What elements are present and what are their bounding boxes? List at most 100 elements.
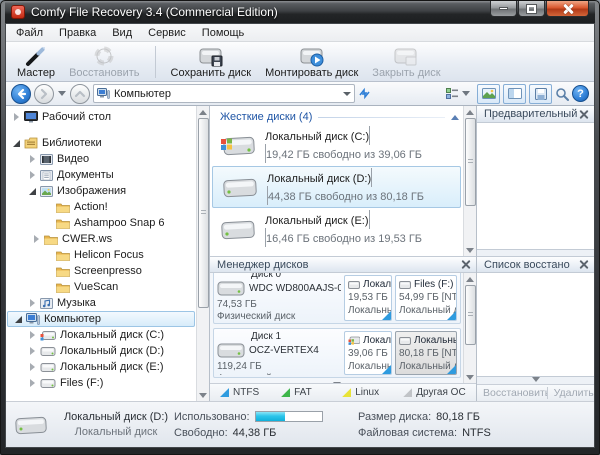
magic-wand-icon: [25, 45, 47, 67]
tree-item-pictures[interactable]: Изображения: [6, 183, 196, 199]
scroll-down-icon[interactable]: [465, 244, 476, 256]
partition-card[interactable]: Files (F:) 54,99 ГБ [NTFS] Локальный дис…: [395, 275, 458, 321]
preview-pane-toggle[interactable]: [477, 83, 500, 104]
recover-selected-button[interactable]: Восстановить: [477, 387, 547, 399]
expander-icon[interactable]: [12, 140, 20, 147]
computer-icon: [97, 88, 110, 99]
disk-list-scrollbar[interactable]: [463, 106, 477, 256]
expander-icon[interactable]: [28, 379, 36, 387]
help-icon[interactable]: ?: [572, 85, 589, 102]
scroll-up-icon[interactable]: [465, 106, 476, 118]
physical-disk-row[interactable]: Диск 0 WDC WD800AAJS-00' 74,53 ГБ Физиче…: [213, 273, 462, 324]
tree-item-drive-d[interactable]: Локальный диск (D:): [6, 343, 196, 359]
address-dropdown-icon[interactable]: [343, 91, 351, 96]
close-disk-button[interactable]: Закрыть диск: [365, 43, 447, 81]
save-disk-icon: [198, 45, 224, 67]
preview-panel-body: [477, 123, 594, 250]
collapse-group-icon[interactable]: [451, 115, 460, 120]
tree-item-documents[interactable]: Документы: [6, 167, 196, 183]
menu-view[interactable]: Вид: [104, 26, 140, 40]
close-panel-icon[interactable]: [578, 109, 589, 120]
wizard-button[interactable]: Мастер: [10, 43, 62, 81]
title-bar[interactable]: Comfy File Recovery 3.4 (Commercial Edit…: [5, 1, 595, 23]
folder-icon: [56, 218, 70, 229]
minimize-button[interactable]: [490, 1, 517, 17]
tree-item-desktop[interactable]: Рабочий стол: [6, 109, 196, 125]
tree-item-folder[interactable]: VueScan: [6, 279, 196, 295]
expander-icon[interactable]: [28, 331, 36, 339]
partition-card[interactable]: Локал 19,53 ГБ | Локальнь: [344, 275, 393, 321]
tree-item-drive-f[interactable]: Files (F:): [6, 375, 196, 391]
refresh-icon[interactable]: [358, 87, 371, 100]
tree-item-folder[interactable]: Helicon Focus: [6, 247, 196, 263]
desktop-icon: [24, 111, 38, 123]
scrollbar-thumb[interactable]: [464, 285, 476, 345]
scrollbar-thumb[interactable]: [197, 118, 209, 308]
scroll-up-icon[interactable]: [465, 273, 476, 285]
close-panel-icon[interactable]: [460, 259, 471, 270]
menu-file[interactable]: Файл: [8, 26, 51, 40]
scroll-down-icon[interactable]: [531, 377, 540, 382]
tree-item-folder[interactable]: Action!: [6, 199, 196, 215]
views-button[interactable]: [443, 87, 474, 100]
status-fs-value: NTFS: [462, 426, 491, 439]
address-text: Компьютер: [114, 87, 171, 100]
delete-selected-button[interactable]: Удалить: [548, 387, 594, 399]
close-panel-icon[interactable]: [578, 259, 589, 270]
disk-item-d[interactable]: Локальный диск (D:) 44,38 ГБ свободно из…: [212, 166, 462, 208]
tree-item-music[interactable]: Музыка: [6, 295, 196, 311]
menu-help[interactable]: Помощь: [194, 26, 253, 40]
tree-item-drive-e[interactable]: Локальный диск (E:): [6, 359, 196, 375]
expander-icon[interactable]: [28, 188, 36, 195]
forward-button[interactable]: [34, 83, 54, 104]
menu-edit[interactable]: Правка: [51, 26, 104, 40]
expander-icon[interactable]: [28, 155, 36, 163]
close-button[interactable]: [546, 1, 589, 17]
expander-icon[interactable]: [32, 235, 40, 243]
status-size-value: 80,18 ГБ: [436, 410, 480, 423]
expander-icon[interactable]: [28, 363, 36, 371]
tree-item-video[interactable]: Видео: [6, 151, 196, 167]
address-bar[interactable]: Компьютер: [93, 84, 355, 103]
menu-service[interactable]: Сервис: [140, 26, 194, 40]
expander-icon[interactable]: [28, 299, 36, 307]
scroll-down-icon[interactable]: [198, 389, 209, 401]
expander-icon[interactable]: [28, 171, 36, 179]
tree-item-folder[interactable]: CWER.ws: [6, 231, 196, 247]
search-icon[interactable]: [555, 87, 569, 101]
folder-tree: Рабочий стол Библиотеки Видео Документы: [6, 106, 197, 401]
expander-icon[interactable]: [28, 347, 36, 355]
back-button[interactable]: [11, 83, 31, 104]
disk-group-header[interactable]: Жесткие диски (4): [210, 106, 463, 124]
tree-item-libraries[interactable]: Библиотеки: [6, 135, 196, 151]
tree-item-folder[interactable]: Screenpresso: [6, 263, 196, 279]
up-button[interactable]: [70, 83, 90, 104]
status-free-value: 44,38 ГБ: [232, 426, 277, 439]
disk-item-c[interactable]: Локальный диск (C:) 19,42 ГБ свободно из…: [210, 124, 463, 166]
partition-card-selected[interactable]: Локальный д 80,18 ГБ [NTFS] Локальный ди…: [395, 331, 458, 375]
tree-item-computer[interactable]: Компьютер: [7, 311, 196, 327]
expander-icon[interactable]: [14, 316, 22, 323]
tree-item-drive-c[interactable]: Локальный диск (C:): [6, 327, 196, 343]
expander-icon[interactable]: [12, 113, 20, 121]
pictures-library-icon: [40, 185, 53, 197]
recover-button[interactable]: Восстановить: [62, 43, 146, 81]
maximize-button[interactable]: [518, 1, 545, 17]
partition-card[interactable]: Локаль 39,06 ГБ [N Локальный: [344, 331, 393, 375]
panels-toggle[interactable]: [503, 83, 526, 104]
main-area: Рабочий стол Библиотеки Видео Документы: [6, 106, 594, 401]
scroll-down-icon[interactable]: [465, 371, 476, 383]
system-drive-icon: [348, 336, 361, 345]
save-disk-button[interactable]: Сохранить диск: [164, 43, 259, 81]
mount-disk-button[interactable]: Монтировать диск: [258, 43, 365, 81]
scroll-up-icon[interactable]: [198, 106, 209, 118]
physical-disk-row[interactable]: Диск 1 OCZ-VERTEX4 119,24 ГБ Физический …: [213, 328, 462, 378]
tree-item-folder[interactable]: Ashampoo Snap 6: [6, 215, 196, 231]
history-dropdown-icon[interactable]: [58, 91, 66, 96]
disk-item-e[interactable]: Локальный диск (E:) 16,46 ГБ свободно из…: [210, 208, 463, 250]
tree-scrollbar[interactable]: [196, 106, 210, 401]
scrollbar-thumb[interactable]: [464, 118, 476, 206]
disk-manager-header: Менеджер дисков: [210, 256, 477, 273]
disk-manager-scrollbar[interactable]: [463, 273, 477, 383]
save-layout-toggle[interactable]: [529, 83, 552, 104]
